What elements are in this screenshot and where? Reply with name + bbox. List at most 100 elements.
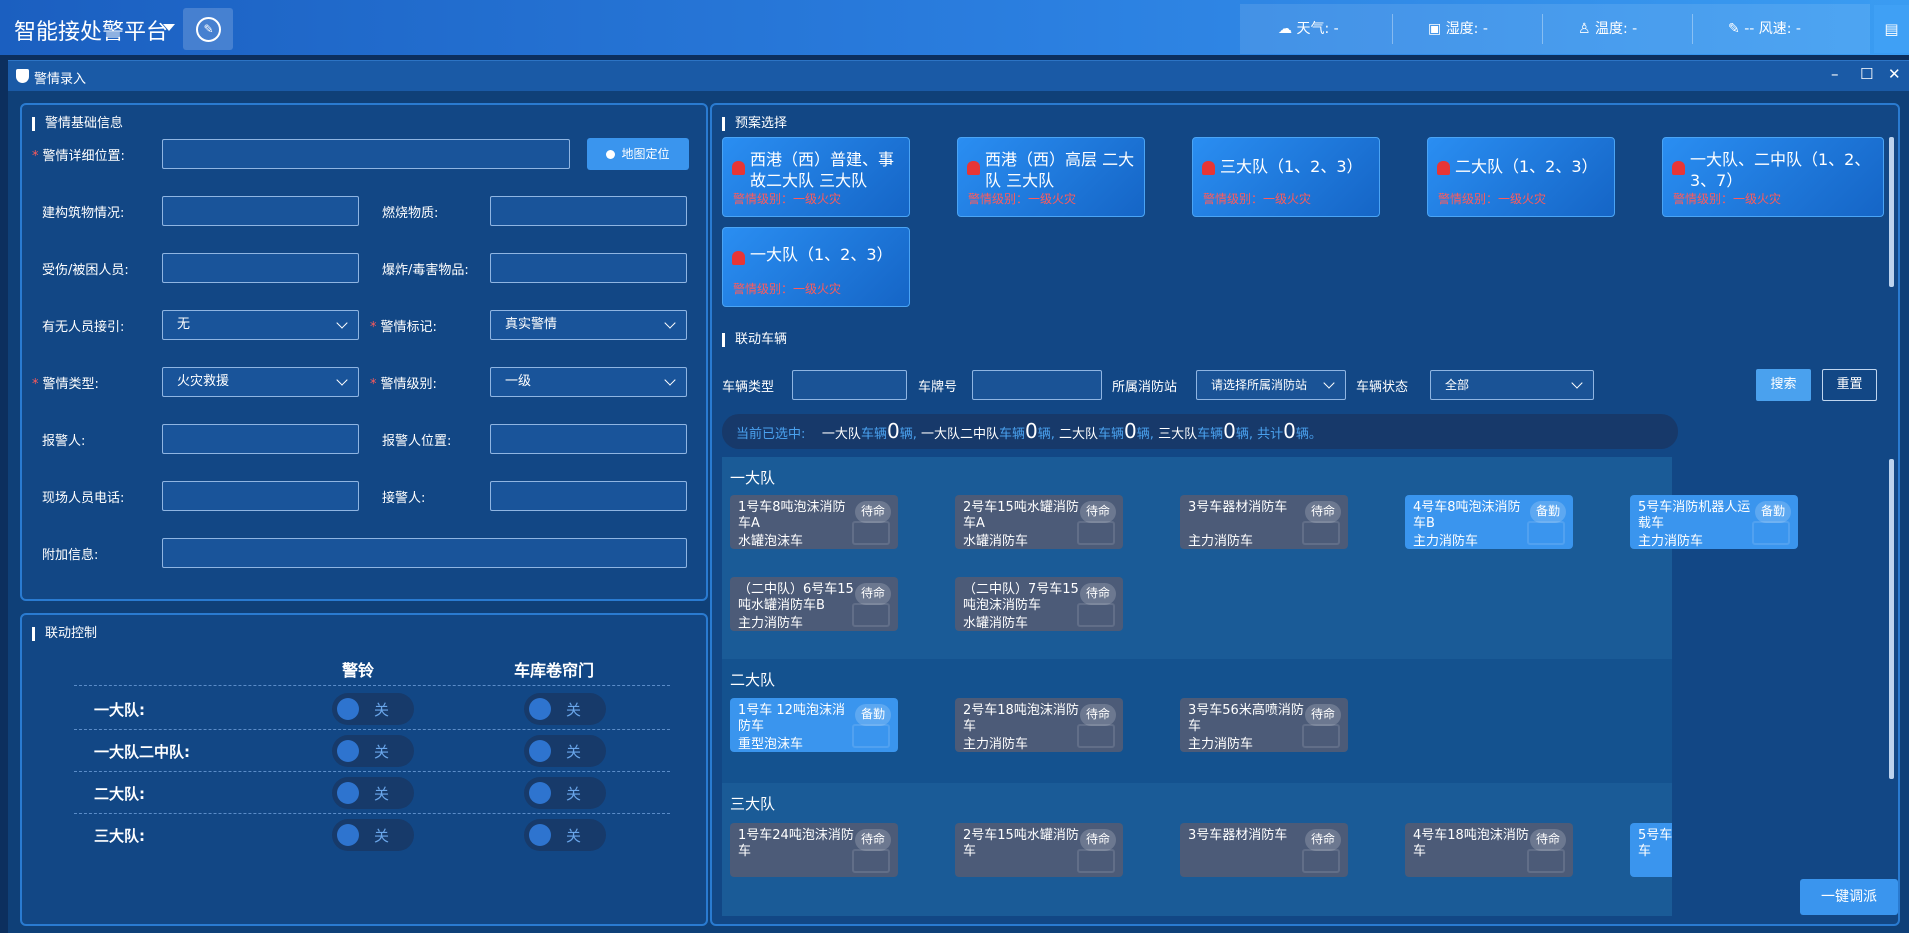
plan-card[interactable]: 西港（西）普建、事故二大队 三大队 警情级别：一级火灾 xyxy=(722,137,910,217)
humidity-item: ▣ 湿度: - xyxy=(1428,21,1488,37)
hazard-label: 爆炸/毒害物品: xyxy=(382,263,469,278)
plan-card[interactable]: 一大队（1、2、3） 警情级别：一级火灾 xyxy=(722,227,910,307)
phone-input[interactable] xyxy=(162,481,359,511)
close-button[interactable]: ✕ xyxy=(1888,65,1901,83)
reporter-location-label: 报警人位置: xyxy=(382,434,452,449)
door-toggle[interactable]: 关 xyxy=(524,819,606,851)
vehicle-card[interactable]: 3号车56米高喷消防车 主力消防车 待命 xyxy=(1180,698,1348,752)
vehicle-card[interactable]: （二中队）7号车15吨泡沫消防车 水罐消防车 待命 xyxy=(955,577,1123,631)
basic-info-title: 警情基础信息 xyxy=(32,117,123,131)
plan-title: 预案选择 xyxy=(722,117,787,131)
station-select[interactable]: 请选择所属消防站 xyxy=(1196,370,1346,400)
print-button[interactable]: ▤ xyxy=(1874,5,1909,53)
truck-icon xyxy=(1527,521,1565,545)
plate-label: 车牌号 xyxy=(918,380,958,395)
type-select[interactable]: 火灾救援 xyxy=(162,367,359,397)
location-label: * 警情详细位置: xyxy=(32,149,125,164)
weather-item: ☁ 天气: - xyxy=(1278,21,1339,37)
extra-label: 附加信息: xyxy=(42,548,99,563)
type-label: * 警情类型: xyxy=(32,377,99,392)
box-icon: ▣ xyxy=(1428,21,1446,37)
cloud-icon: ☁ xyxy=(1278,21,1297,37)
vehicle-card[interactable]: 1号车24吨泡沫消防车 待命 xyxy=(730,823,898,877)
burning-input[interactable] xyxy=(490,196,687,226)
alarm-light-icon xyxy=(1437,161,1450,175)
vehicle-card[interactable]: （二中队）6号车15吨水罐消防车B 主力消防车 待命 xyxy=(730,577,898,631)
shield-icon xyxy=(16,69,29,83)
plan-scrollbar[interactable] xyxy=(1889,137,1894,287)
vehicle-card[interactable]: 4号车18吨泡沫消防车 待命 xyxy=(1405,823,1573,877)
truck-icon xyxy=(852,724,890,748)
injured-input[interactable] xyxy=(162,253,359,283)
minimize-button[interactable]: – xyxy=(1831,65,1839,83)
alarm-light-icon xyxy=(732,161,745,175)
vehicle-list-scrollbar[interactable] xyxy=(1889,459,1894,779)
vehicle-card[interactable]: 2号车18吨泡沫消防车 主力消防车 待命 xyxy=(955,698,1123,752)
switch-system-button[interactable]: ✎ xyxy=(183,8,233,50)
extra-input[interactable] xyxy=(162,538,687,568)
one-click-dispatch-button[interactable]: 一键调派 xyxy=(1800,879,1898,915)
linkage-row-label: 一大队二中队: xyxy=(94,743,190,761)
vehicle-card[interactable]: 2号车15吨水罐消防车A 水罐消防车 待命 xyxy=(955,495,1123,549)
alarm-toggle[interactable]: 关 xyxy=(332,693,414,725)
guide-select[interactable]: 无 xyxy=(162,310,359,340)
team-name: 一大队 xyxy=(730,469,776,487)
team-name: 三大队 xyxy=(730,795,776,813)
status-select[interactable]: 全部 xyxy=(1430,370,1594,400)
vehicle-card[interactable]: 5号车24吨水罐消防车备勤 xyxy=(1630,823,1672,877)
truck-icon xyxy=(1077,521,1115,545)
truck-icon xyxy=(1302,849,1340,873)
vehicle-card[interactable]: 1号车 12吨泡沫消防车 重型泡沫车 备勤 xyxy=(730,698,898,752)
reporter-location-input[interactable] xyxy=(490,424,687,454)
alarm-light-icon xyxy=(732,251,745,265)
vehicle-card[interactable]: 3号车器材消防车 主力消防车 待命 xyxy=(1180,495,1348,549)
alarm-toggle[interactable]: 关 xyxy=(332,819,414,851)
plan-card[interactable]: 三大队（1、2、3） 警情级别：一级火灾 xyxy=(1192,137,1380,217)
mark-select[interactable]: 真实警情 xyxy=(490,310,687,340)
plan-card[interactable]: 二大队（1、2、3） 警情级别：一级火灾 xyxy=(1427,137,1615,217)
basic-info-panel: 警情基础信息 * 警情详细位置: 地图定位 建构筑物情况: 燃烧物质: 受伤/被困… xyxy=(20,103,708,601)
plan-card[interactable]: 西港（西）高层 二大队 三大队 警情级别：一级火灾 xyxy=(957,137,1145,217)
truck-icon xyxy=(852,521,890,545)
truck-icon xyxy=(1077,724,1115,748)
status-badge: 待命 xyxy=(1305,501,1341,523)
vehicle-card[interactable]: 4号车8吨泡沫消防车B 主力消防车 备勤 xyxy=(1405,495,1573,549)
door-toggle[interactable]: 关 xyxy=(524,777,606,809)
pen-circle-icon: ✎ xyxy=(196,17,221,42)
vehicle-card[interactable]: 5号车消防机器人运载车 主力消防车 备勤 xyxy=(1630,495,1798,549)
burning-label: 燃烧物质: xyxy=(382,206,439,221)
incident-entry-window: 警情录入 – ☐ ✕ 警情基础信息 * 警情详细位置: 地图定位 建构筑物情况: … xyxy=(8,60,1909,933)
plate-input[interactable] xyxy=(972,370,1102,400)
door-toggle[interactable]: 关 xyxy=(524,693,606,725)
status-badge: 备勤 xyxy=(855,704,891,726)
status-badge: 待命 xyxy=(1305,829,1341,851)
vehicle-type-input[interactable] xyxy=(792,370,907,400)
search-button[interactable]: 搜索 xyxy=(1756,369,1811,401)
reporter-input[interactable] xyxy=(162,424,359,454)
location-input[interactable] xyxy=(162,139,570,169)
status-badge: 待命 xyxy=(1080,829,1116,851)
vehicle-card[interactable]: 1号车8吨泡沫消防车A 水罐泡沫车 待命 xyxy=(730,495,898,549)
app-title: 智能接处警平台 xyxy=(14,20,169,45)
alarm-toggle[interactable]: 关 xyxy=(332,735,414,767)
vehicle-card[interactable]: 2号车15吨水罐消防车 待命 xyxy=(955,823,1123,877)
receiver-input[interactable] xyxy=(490,481,687,511)
top-bar: 智能接处警平台 ✎ ☁ 天气: - ▣ 湿度: - ♙ 温度: - ✎ -- 风… xyxy=(0,0,1909,55)
location-pin-icon xyxy=(606,150,616,159)
vehicle-card[interactable]: 3号车器材消防车 待命 xyxy=(1180,823,1348,877)
building-input[interactable] xyxy=(162,196,359,226)
status-badge: 备勤 xyxy=(1530,501,1566,523)
plan-vehicle-panel: 预案选择 西港（西）普建、事故二大队 三大队 警情级别：一级火灾 西港（西）高层 … xyxy=(710,103,1900,926)
door-toggle[interactable]: 关 xyxy=(524,735,606,767)
reset-button[interactable]: 重置 xyxy=(1822,369,1877,401)
map-locate-button[interactable]: 地图定位 xyxy=(587,138,689,170)
vehicle-type-label: 车辆类型 xyxy=(722,380,775,395)
maximize-button[interactable]: ☐ xyxy=(1860,65,1873,83)
chevron-down-icon[interactable] xyxy=(163,24,175,31)
level-select[interactable]: 一级 xyxy=(490,367,687,397)
plan-card[interactable]: 一大队、二中队（1、2、3、7） 警情级别：一级火灾 xyxy=(1662,137,1884,217)
hazard-input[interactable] xyxy=(490,253,687,283)
receiver-label: 接警人: xyxy=(382,491,426,506)
linkage-title: 联动控制 xyxy=(32,627,97,641)
alarm-toggle[interactable]: 关 xyxy=(332,777,414,809)
